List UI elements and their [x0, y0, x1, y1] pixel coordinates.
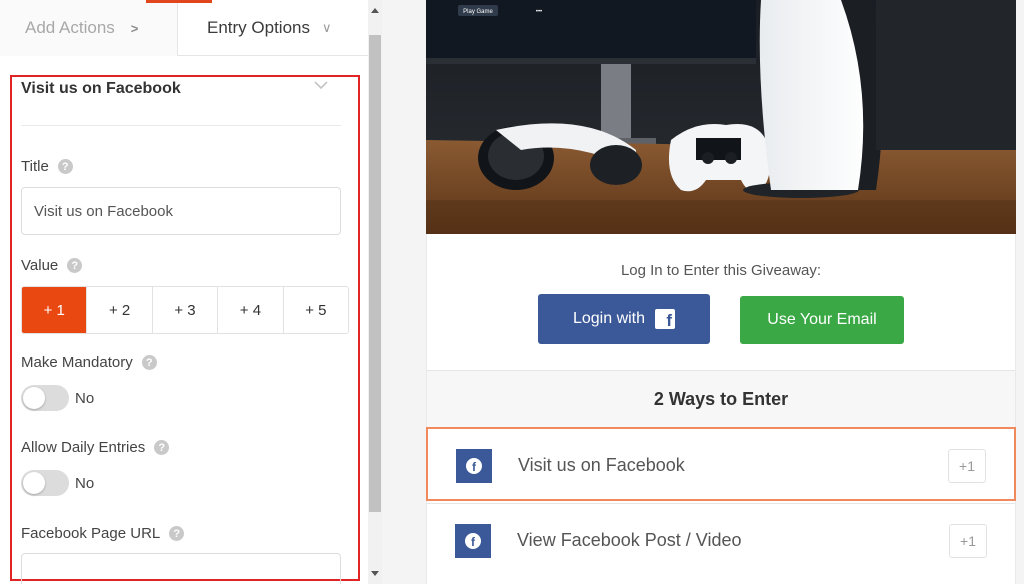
hero-dots-text: •••	[536, 9, 542, 15]
mandatory-label-text: Make Mandatory	[21, 354, 133, 371]
login-prompt: Log In to Enter this Giveaway:	[620, 262, 822, 279]
tab-add-actions-label: Add Actions	[25, 18, 115, 37]
help-icon[interactable]: ?	[67, 258, 83, 273]
mandatory-toggle-state: No	[75, 390, 95, 407]
help-icon[interactable]: ?	[154, 440, 170, 455]
help-icon[interactable]: ?	[141, 355, 157, 370]
tab-entry-options-label: Entry Options	[207, 18, 310, 37]
entry-section-title: Visit us on Facebook	[21, 80, 181, 97]
section-divider	[21, 125, 341, 126]
login-facebook-button[interactable]: Login with f	[538, 294, 710, 344]
daily-label-text: Allow Daily Entries	[21, 439, 146, 456]
facebook-icon: f	[455, 524, 491, 558]
entry-label: Visit us on Facebook	[518, 455, 685, 475]
editor-scrollbar[interactable]	[368, 0, 382, 584]
entry-row[interactable]: f View Facebook Post / Video +1	[427, 503, 1015, 577]
value-option-3[interactable]: + 3	[152, 287, 219, 333]
facebook-url-input[interactable]	[21, 553, 341, 584]
use-email-button[interactable]: Use Your Email	[740, 296, 904, 344]
value-option-1[interactable]: + 1	[22, 287, 88, 333]
value-selector: + 1 + 2 + 3 + 4 + 5	[21, 286, 349, 334]
help-icon[interactable]: ?	[169, 526, 185, 541]
facebook-icon: f	[456, 449, 492, 483]
facebook-glyph: f	[465, 533, 481, 549]
tab-add-actions[interactable]: Add Actions >	[0, 0, 178, 56]
entry-points-badge: +1	[949, 524, 987, 558]
entry-label: View Facebook Post / Video	[517, 530, 742, 550]
collapse-chevron-icon[interactable]	[314, 78, 328, 92]
help-icon[interactable]: ?	[57, 159, 73, 174]
title-input[interactable]: Visit us on Facebook	[21, 187, 341, 235]
title-label-text: Title	[21, 158, 49, 175]
value-option-4[interactable]: + 4	[218, 287, 284, 333]
entry-points-badge: +1	[948, 449, 986, 483]
tab-accent-bar	[146, 0, 212, 3]
toggle-knob	[23, 387, 45, 409]
value-option-2[interactable]: + 2	[87, 287, 153, 333]
fb-url-label-text: Facebook Page URL	[21, 525, 161, 542]
mandatory-toggle[interactable]	[21, 385, 69, 411]
value-field-label: Value ?	[21, 257, 83, 274]
scroll-down-arrow-icon[interactable]	[371, 571, 379, 576]
daily-entries-toggle[interactable]	[21, 470, 69, 496]
hero-badge-text: Play Game	[463, 9, 493, 15]
daily-field-label: Allow Daily Entries ?	[21, 439, 170, 456]
daily-entries-toggle-state: No	[75, 475, 95, 492]
title-field-label: Title ?	[21, 158, 73, 175]
ways-to-enter-title: 2 Ways to Enter	[653, 389, 789, 409]
chevron-down-icon: ∨	[322, 20, 332, 35]
entry-editor-panel: Add Actions > Entry Options ∨ Visit us o…	[0, 0, 368, 584]
fb-url-field-label: Facebook Page URL ?	[21, 525, 185, 542]
entry-row[interactable]: f Visit us on Facebook +1	[426, 427, 1016, 501]
facebook-glyph: f	[466, 458, 482, 474]
panel-tabs: Add Actions > Entry Options ∨	[0, 0, 368, 56]
value-option-5[interactable]: + 5	[283, 287, 348, 333]
mandatory-field-label: Make Mandatory ?	[21, 354, 157, 371]
facebook-icon: f	[655, 309, 676, 329]
scroll-up-arrow-icon[interactable]	[371, 8, 379, 13]
chevron-right-icon: >	[130, 20, 139, 36]
login-facebook-label: Login with	[572, 310, 646, 327]
scroll-thumb[interactable]	[369, 35, 381, 512]
giveaway-hero-image: Play Game •••	[426, 0, 1016, 234]
value-label-text: Value	[21, 257, 59, 274]
tab-entry-options[interactable]: Entry Options ∨	[179, 0, 368, 56]
toggle-knob	[23, 472, 45, 494]
